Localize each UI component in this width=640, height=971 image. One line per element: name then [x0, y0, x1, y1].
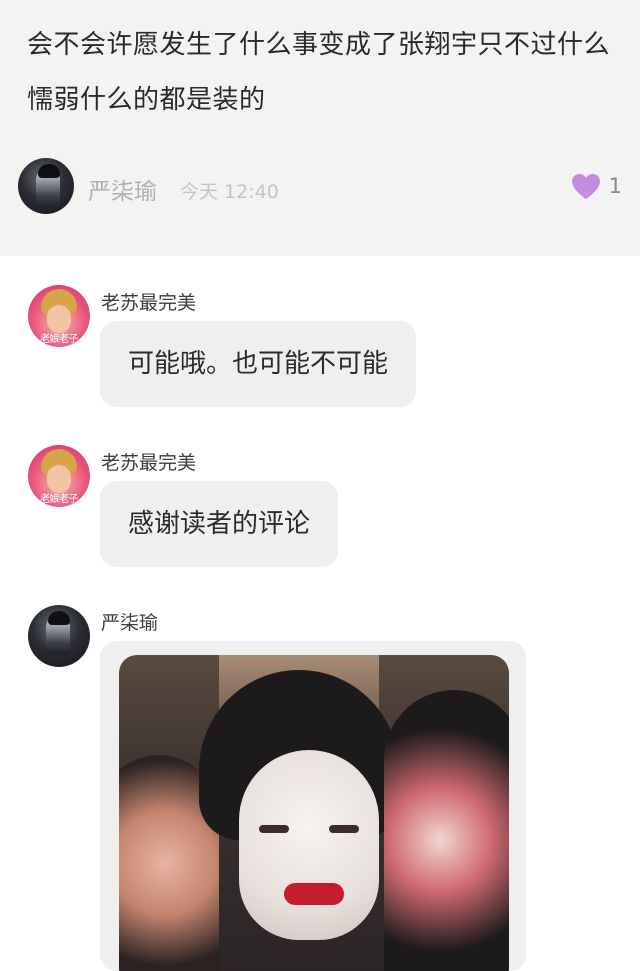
photo-eye	[329, 825, 359, 833]
avatar-hair	[38, 164, 60, 178]
photo-person-right	[384, 690, 509, 971]
photo-lips	[284, 883, 344, 905]
timestamp: 今天 12:40	[180, 181, 279, 203]
avatar[interactable]	[18, 158, 74, 214]
avatar-caption: 老娘老子	[40, 334, 79, 345]
heart-icon	[571, 173, 600, 199]
like-count: 1	[608, 174, 622, 198]
like-button[interactable]: 1	[571, 170, 622, 202]
sender-name[interactable]: 老苏最完美	[101, 448, 196, 475]
author-name[interactable]: 严柒瑜	[88, 172, 157, 206]
avatar-face	[47, 465, 71, 493]
quoted-comment-text: 会不会许愿发生了什么事变成了张翔宇只不过什么懦弱什么的都是装的	[27, 30, 611, 115]
photo-face	[239, 750, 379, 940]
avatar-hair	[48, 611, 70, 625]
quoted-comment-panel: 会不会许愿发生了什么事变成了张翔宇只不过什么懦弱什么的都是装的 严柒瑜 今天 1…	[0, 0, 640, 256]
sender-name[interactable]: 严柒瑜	[101, 608, 158, 635]
avatar[interactable]: 老娘老子	[28, 285, 90, 347]
message-photo[interactable]	[119, 655, 509, 971]
avatar[interactable]	[28, 605, 90, 667]
quoted-comment-author-row: 严柒瑜 今天 12:40 1	[18, 158, 630, 216]
message-bubble[interactable]: 可能哦。也可能不可能	[100, 321, 417, 407]
avatar-caption: 老娘老子	[40, 494, 79, 505]
sender-name[interactable]: 老苏最完美	[101, 288, 196, 315]
message-bubble[interactable]: 感谢读者的评论	[100, 481, 339, 567]
avatar[interactable]: 老娘老子	[28, 445, 90, 507]
photo-eye	[259, 825, 289, 833]
avatar-face	[47, 305, 71, 333]
image-message-bubble[interactable]	[100, 641, 526, 971]
